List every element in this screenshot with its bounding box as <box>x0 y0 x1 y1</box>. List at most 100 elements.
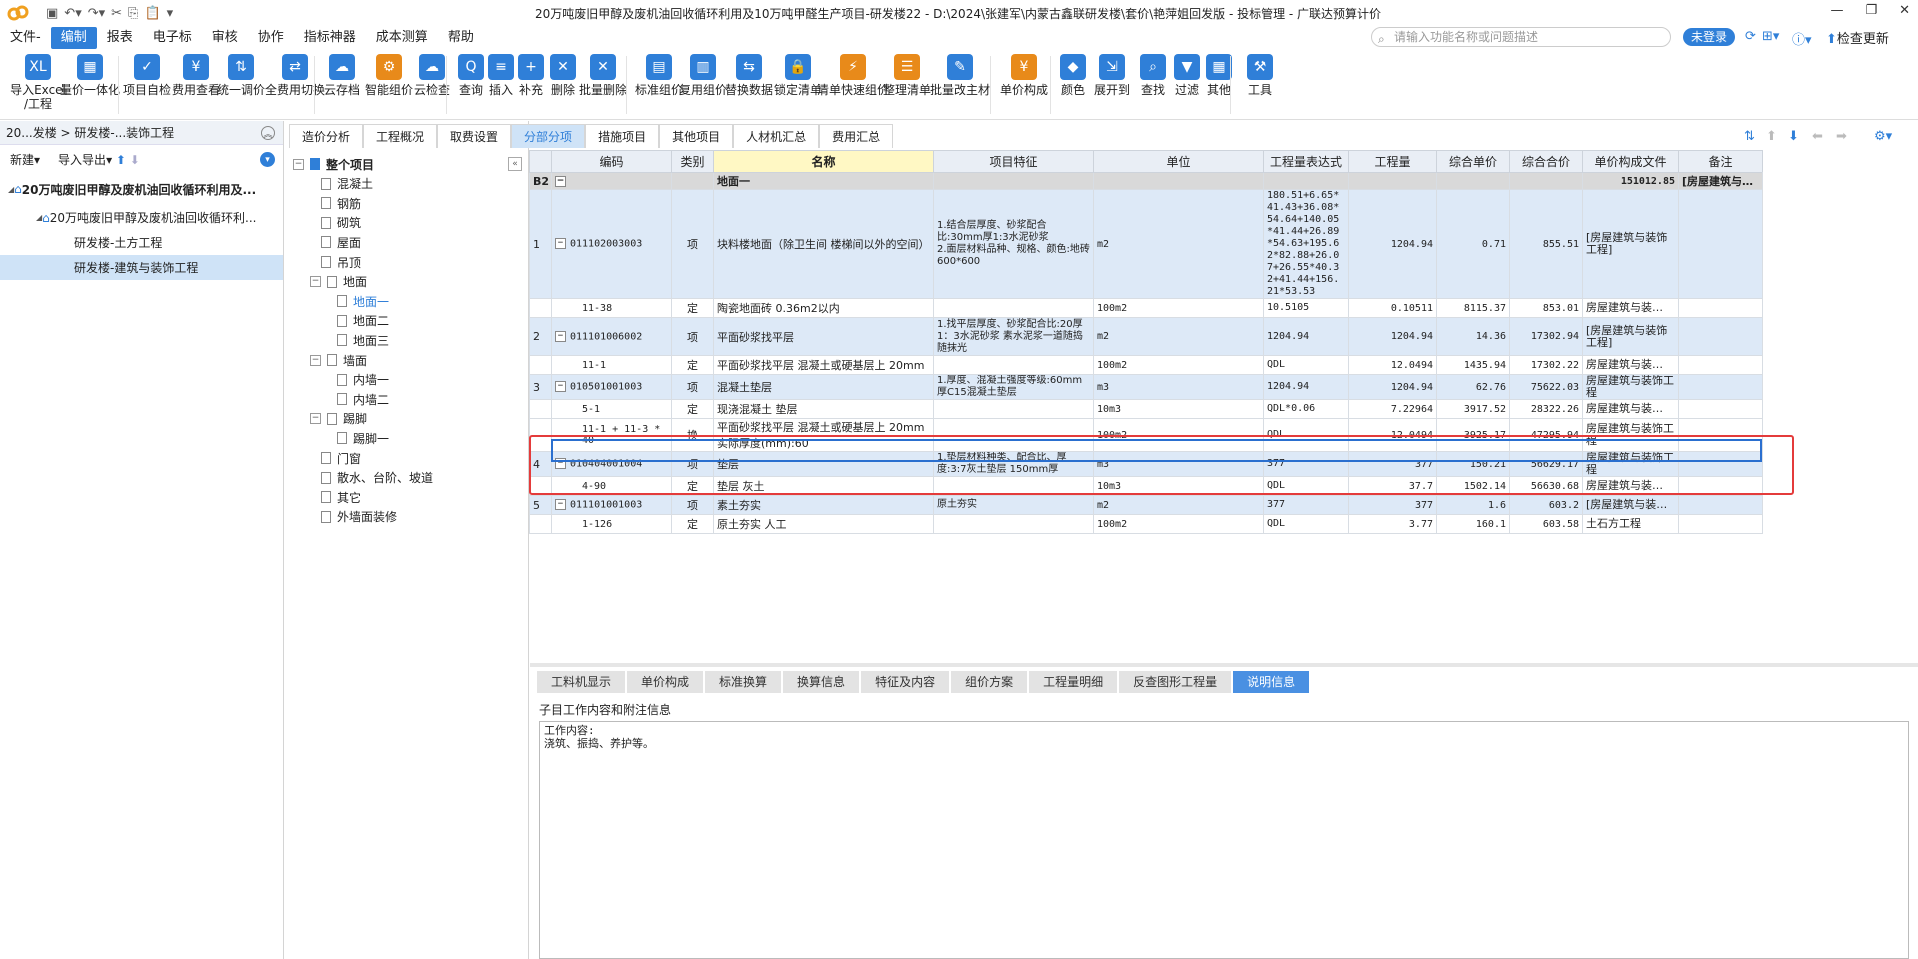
tab-0[interactable]: 造价分析 <box>289 124 364 148</box>
file-cell[interactable]: 房屋建筑与装… <box>1582 476 1679 496</box>
ribbon-button-24[interactable]: ⌕ 查找 <box>1136 54 1170 97</box>
type-cell[interactable]: 定 <box>671 355 714 375</box>
copy-icon[interactable]: ⎘ <box>128 6 138 21</box>
section-row[interactable]: B2− 地面一 151012.85 [房屋建筑与… <box>529 172 1763 190</box>
price-cell[interactable]: 62.76 <box>1436 374 1510 400</box>
column-header-5[interactable]: 工程量表达式 <box>1263 150 1349 173</box>
pane-splitter[interactable] <box>530 663 1918 667</box>
type-cell[interactable]: 项 <box>671 451 714 477</box>
ribbon-button-6[interactable]: ☁ 云存档 <box>322 54 362 97</box>
ribbon-button-2[interactable]: ✓ 项目自检 <box>122 54 172 97</box>
menu-item-5[interactable]: 协作 <box>248 27 294 49</box>
feature-cell[interactable]: 1.厚度、混凝土强度等级:60mm厚C15混凝土垫层 <box>933 374 1094 400</box>
tab-5[interactable]: 其他项目 <box>659 124 734 148</box>
ribbon-button-11[interactable]: + 补充 <box>516 54 546 97</box>
save-icon[interactable]: ▣ <box>46 6 58 21</box>
function-search-input[interactable]: ⌕ 请输入功能名称或问题描述 <box>1371 27 1671 47</box>
name-cell[interactable]: 平面砂浆找平层 混凝土或硬基层上 20mm <box>713 355 934 375</box>
up-arrow-icon[interactable]: ⬆ <box>1766 129 1777 144</box>
collapse-icon[interactable]: − <box>555 381 566 393</box>
ribbon-button-21[interactable]: ¥ 单价构成 <box>996 54 1052 97</box>
expand-down-icon[interactable]: ▾ <box>260 152 275 167</box>
unit-cell[interactable]: 10m3 <box>1093 399 1264 419</box>
column-header-1[interactable]: 类别 <box>671 150 714 173</box>
detail-tab-8[interactable]: 说明信息 <box>1233 671 1310 693</box>
table-row[interactable]: 4−010404001004 项垫层 1.垫层材料种类、配合比、厚度:3:7灰土垫层… <box>529 451 1763 477</box>
name-cell[interactable]: 原土夯实 人工 <box>713 514 934 534</box>
price-cell[interactable]: 3917.52 <box>1436 399 1510 419</box>
column-header-2[interactable]: 名称 <box>713 150 934 173</box>
ribbon-button-25[interactable]: ▼ 过滤 <box>1170 54 1204 97</box>
remark-cell[interactable] <box>1678 374 1763 400</box>
type-cell[interactable]: 定 <box>671 399 714 419</box>
code-cell[interactable]: 11-1 + 11-3 * 40 <box>551 418 672 452</box>
tab-4[interactable]: 措施项目 <box>585 124 660 148</box>
column-header-7[interactable]: 综合单价 <box>1436 150 1510 173</box>
type-cell[interactable]: 项 <box>671 317 714 356</box>
detail-tab-2[interactable]: 标准换算 <box>705 671 782 693</box>
total-cell[interactable]: 28322.26 <box>1509 399 1583 419</box>
column-header-0[interactable]: 编码 <box>551 150 672 173</box>
qty-cell[interactable]: 1204.94 <box>1348 317 1437 356</box>
ribbon-button-22[interactable]: ◆ 颜色 <box>1054 54 1092 97</box>
price-cell[interactable]: 1502.14 <box>1436 476 1510 496</box>
total-cell[interactable]: 56630.68 <box>1509 476 1583 496</box>
feature-cell[interactable] <box>933 399 1094 419</box>
qty-cell[interactable]: 0.10511 <box>1348 298 1437 318</box>
menu-item-8[interactable]: 帮助 <box>438 27 484 49</box>
menu-item-0[interactable]: 文件- <box>0 27 51 49</box>
qty-cell[interactable]: 3.77 <box>1348 514 1437 534</box>
menu-item-6[interactable]: 指标神器 <box>294 27 366 49</box>
cut-icon[interactable]: ✂ <box>111 6 122 21</box>
code-cell[interactable]: 11-1 <box>551 355 672 375</box>
expr-cell[interactable]: 1204.94 <box>1263 317 1349 356</box>
price-cell[interactable]: 160.1 <box>1436 514 1510 534</box>
remark-cell[interactable] <box>1678 355 1763 375</box>
name-cell[interactable]: 平面砂浆找平层 <box>713 317 934 356</box>
tree-collapse-icon[interactable]: − <box>293 158 304 170</box>
price-cell[interactable]: 1435.94 <box>1436 355 1510 375</box>
collapse-icon[interactable]: − <box>555 238 566 250</box>
qty-cell[interactable]: 37.7 <box>1348 476 1437 496</box>
name-cell[interactable]: 现浇混凝土 垫层 <box>713 399 934 419</box>
code-cell[interactable]: 1-126 <box>551 514 672 534</box>
name-cell[interactable]: 混凝土垫层 <box>713 374 934 400</box>
tab-6[interactable]: 人材机汇总 <box>733 124 820 148</box>
ribbon-button-9[interactable]: Q 查询 <box>454 54 488 97</box>
unit-cell[interactable]: m3 <box>1093 451 1264 477</box>
total-cell[interactable]: 75622.03 <box>1509 374 1583 400</box>
collapse-icon[interactable]: − <box>555 330 566 342</box>
name-cell[interactable]: 垫层 <box>713 451 934 477</box>
expr-cell[interactable]: QDL <box>1263 355 1349 375</box>
price-cell[interactable]: 1.6 <box>1436 495 1510 515</box>
detail-tab-3[interactable]: 换算信息 <box>783 671 860 693</box>
down-arrow-icon[interactable]: ⬇ <box>1788 129 1799 144</box>
ribbon-button-8[interactable]: ☁ 云检查 <box>410 54 454 97</box>
code-cell[interactable]: −010501001003 <box>551 374 672 400</box>
file-cell[interactable]: 土石方工程 <box>1582 514 1679 534</box>
expr-cell[interactable]: QDL <box>1263 418 1349 452</box>
paste-icon[interactable]: 📋 <box>144 6 160 21</box>
detail-tab-4[interactable]: 特征及内容 <box>861 671 950 693</box>
tab-3[interactable]: 分部分项 <box>511 124 586 148</box>
code-cell[interactable]: −010404001004 <box>551 451 672 477</box>
detail-tab-0[interactable]: 工料机显示 <box>537 671 626 693</box>
right-arrow-icon[interactable]: ➡ <box>1836 129 1847 144</box>
unit-cell[interactable]: 100m2 <box>1093 514 1264 534</box>
collapse-left-icon[interactable]: « <box>508 157 522 171</box>
ribbon-button-10[interactable]: ≡ 插入 <box>486 54 516 97</box>
code-cell[interactable]: 11-38 <box>551 298 672 318</box>
qty-cell[interactable]: 1204.94 <box>1348 374 1437 400</box>
qty-cell[interactable]: 7.22964 <box>1348 399 1437 419</box>
restore-icon[interactable]: ❐ <box>1865 3 1877 18</box>
total-cell[interactable]: 17302.94 <box>1509 317 1583 356</box>
ribbon-button-3[interactable]: ¥ 费用查看 <box>171 54 221 97</box>
table-row[interactable]: 5−011101001003 项素土夯实 原土夯实 m2 377 377 1.6 603.2[… <box>529 495 1763 515</box>
type-cell[interactable]: 换 <box>671 418 714 452</box>
column-header-10[interactable]: 备注 <box>1678 150 1763 173</box>
type-cell[interactable]: 项 <box>671 374 714 400</box>
file-cell[interactable]: 房屋建筑与装饰工程 <box>1582 374 1679 400</box>
table-row[interactable]: 11-38 定陶瓷地面砖 0.36m2以内 100m2 10.5105 0.10511 8… <box>529 298 1763 318</box>
expr-cell[interactable]: 180.51+6.65*41.43+36.08*54.64+140.05*41.… <box>1263 189 1349 299</box>
file-cell[interactable]: [房屋建筑与装… <box>1582 495 1679 515</box>
